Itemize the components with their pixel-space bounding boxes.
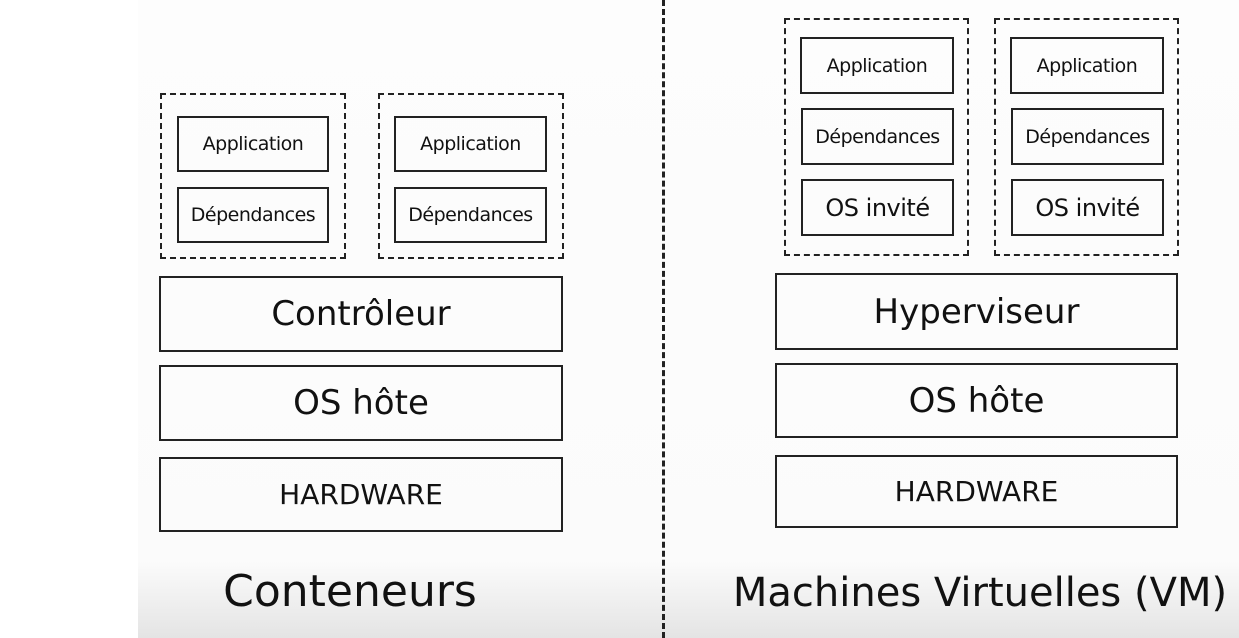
label: Dépendances (815, 125, 940, 148)
vm-1-guest-os: OS invité (801, 179, 954, 236)
vm-2-guest-os: OS invité (1011, 179, 1164, 236)
vm-2-dependencies: Dépendances (1011, 108, 1164, 165)
label: Application (826, 54, 928, 77)
container-2-dependencies: Dépendances (394, 187, 547, 243)
label: Dépendances (190, 204, 316, 226)
label: HARDWARE (894, 475, 1059, 508)
label: Application (1036, 54, 1138, 77)
container-hardware-layer: HARDWARE (159, 457, 563, 532)
label: Hyperviseur (873, 291, 1080, 332)
vm-hypervisor-layer: Hyperviseur (775, 273, 1178, 350)
label: Dépendances (408, 204, 533, 226)
vm-hardware-layer: HARDWARE (775, 455, 1178, 528)
container-engine-layer: Contrôleur (159, 276, 563, 352)
label: HARDWARE (279, 478, 443, 511)
vms-title: Machines Virtuelles (VM) (732, 570, 1228, 616)
vm-2-application: Application (1010, 37, 1164, 94)
label: Contrôleur (271, 294, 451, 334)
label: OS hôte (293, 383, 429, 423)
label: OS invité (1035, 193, 1140, 222)
container-1-application: Application (177, 116, 329, 172)
label: OS hôte (908, 380, 1045, 421)
divider (662, 0, 665, 638)
vm-1-dependencies: Dépendances (801, 108, 954, 165)
container-host-os-layer: OS hôte (159, 365, 563, 441)
vm-host-os-layer: OS hôte (775, 363, 1178, 438)
label: Dépendances (1025, 125, 1150, 148)
label: Application (420, 133, 521, 155)
containers-title: Conteneurs (223, 566, 477, 617)
container-2-application: Application (394, 116, 547, 172)
label: OS invité (825, 193, 930, 222)
vm-1-application: Application (800, 37, 954, 94)
label: Application (202, 133, 304, 155)
container-1-dependencies: Dépendances (177, 187, 329, 243)
